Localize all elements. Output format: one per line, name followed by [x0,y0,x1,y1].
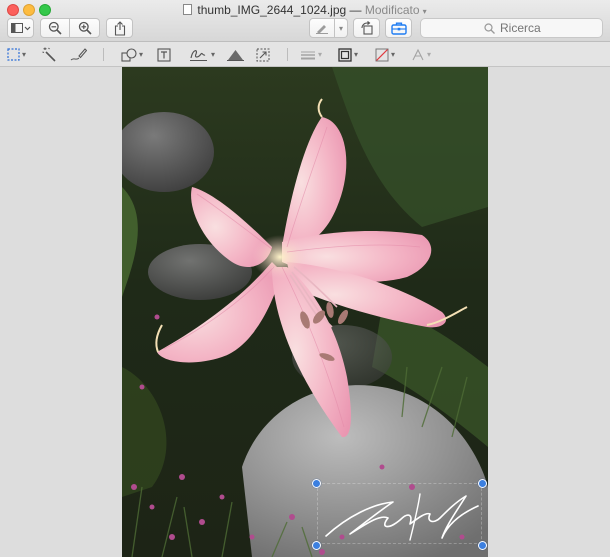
view-menu-button[interactable] [7,18,34,38]
rectangular-selection-icon [7,48,20,61]
title-separator: — [349,3,362,17]
chevron-down-icon: ▾ [338,23,343,33]
markup-pen-icon [316,25,328,34]
fill-color-button[interactable]: ▾ [375,45,395,64]
share-icon [114,20,125,36]
zoom-out-icon [48,21,62,35]
text-style-icon [412,48,424,60]
toolbar-divider [287,48,288,61]
adjust-size-button[interactable] [256,45,270,64]
chevron-down-icon: ▾ [139,50,144,59]
sketch-button[interactable] [70,45,87,64]
signature-button[interactable]: ▾ [189,45,215,64]
preview-window: thumb_IMG_2644_1024.jpg — Modificato▾ ▾ [0,0,610,557]
rotate-icon [360,21,373,35]
signature-selection-box[interactable] [317,483,482,544]
title-bar: thumb_IMG_2644_1024.jpg — Modificato ▾ ▾ [0,0,610,42]
line-style-icon [301,51,315,59]
document-icon [183,4,193,15]
chevron-down-icon: ▾ [427,50,432,59]
line-style-button[interactable]: ▾ [300,45,322,64]
rotate-button[interactable] [353,18,380,38]
adjust-color-icon [227,50,244,61]
text-button[interactable] [157,45,171,64]
chevron-down-icon: ▾ [354,50,359,59]
magic-wand-icon [42,47,56,62]
sidebar-icon [10,23,30,33]
shapes-icon [121,47,137,62]
border-color-button[interactable]: ▾ [338,45,358,64]
zoom-in-button[interactable] [70,18,100,38]
chevron-down-icon: ▾ [391,50,396,59]
chevron-down-icon: ▾ [318,50,323,59]
zoom-out-button[interactable] [40,18,70,38]
search-input[interactable] [500,21,600,35]
zoom-in-icon [78,21,92,35]
modified-status: Modificato [364,3,420,17]
resize-handle-top-right[interactable] [478,479,487,488]
chevron-down-icon: ▾ [22,50,27,59]
resize-handle-top-left[interactable] [312,479,321,488]
document-canvas [0,67,610,557]
chevron-down-icon: ▾ [422,7,427,16]
resize-icon [256,48,270,61]
resize-handle-bottom-left[interactable] [312,541,321,550]
markup-toolbar: ▾ ▾ ▾ ▾ ▾ ▾ ▾ [0,42,610,67]
toolbar-divider [103,48,104,61]
markup-pen-menu-button[interactable]: ▾ [335,18,348,38]
border-color-icon [338,47,352,62]
search-field[interactable] [420,18,603,38]
selection-tools-button[interactable]: ▾ [7,45,26,64]
search-icon [484,22,495,34]
resize-handle-bottom-right[interactable] [478,541,487,550]
chevron-down-icon: ▾ [211,50,216,59]
markup-toolbar-button[interactable] [385,18,412,38]
share-button[interactable] [106,18,133,38]
markup-pen-button[interactable] [309,18,335,38]
shapes-button[interactable]: ▾ [121,45,143,64]
instant-alpha-button[interactable] [42,45,57,64]
signature-icon [190,50,207,61]
file-name: thumb_IMG_2644_1024.jpg [197,3,347,17]
adjust-color-button[interactable] [227,45,244,64]
text-style-button[interactable]: ▾ [411,45,431,64]
signature-drawing [325,493,479,541]
text-box-icon [157,47,171,62]
sketch-pen-icon [70,48,87,61]
fill-color-icon [375,48,389,61]
toolbox-icon [390,22,407,35]
